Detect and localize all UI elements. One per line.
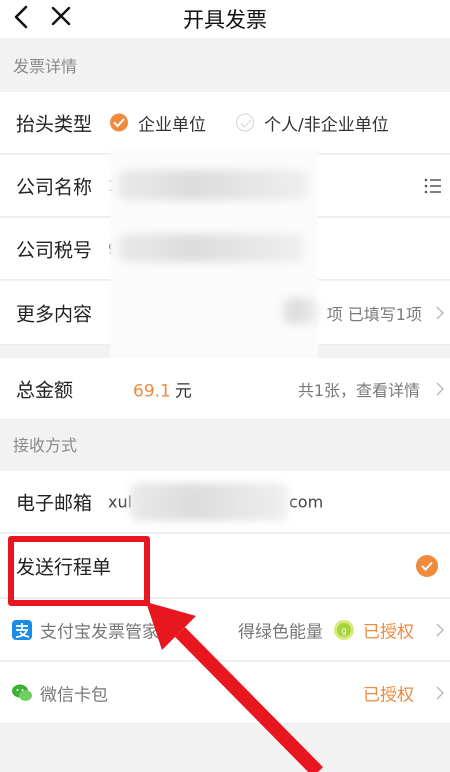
annotation-arrow-icon [146, 602, 323, 772]
